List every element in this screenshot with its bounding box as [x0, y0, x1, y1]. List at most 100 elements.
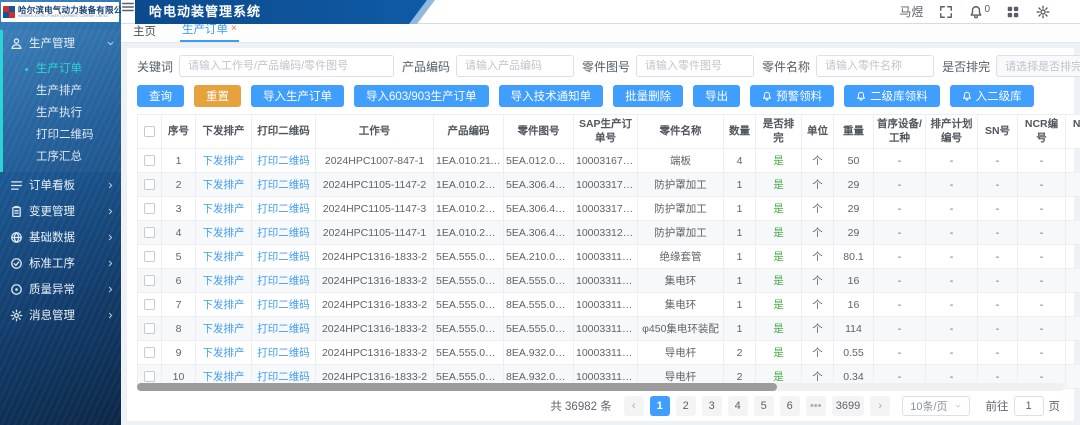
apps-grid-icon[interactable] [1006, 5, 1020, 19]
collapse-sidebar-icon[interactable] [121, 0, 135, 14]
sidebar-item-label: 基础数据 [29, 229, 106, 245]
scrollbar-thumb[interactable] [137, 383, 777, 391]
notification-bell[interactable]: 0 [969, 5, 990, 19]
sidebar-item-订单看板[interactable]: 订单看板 [0, 172, 121, 198]
tab-主页[interactable]: 主页 [131, 23, 158, 42]
cell-ncr-qty: 0 [1066, 317, 1080, 341]
row-checkbox[interactable] [144, 203, 155, 214]
filter-input-关键词[interactable] [179, 55, 394, 77]
print-qrcode-link[interactable]: 打印二维码 [252, 197, 316, 221]
cell-ncr-qty: 0 [1066, 269, 1080, 293]
dispatch-schedule-link[interactable]: 下发排产 [196, 173, 252, 197]
sidebar-item-标准工序[interactable]: 标准工序 [0, 250, 121, 276]
select-all-header [138, 115, 162, 149]
cell-weight: 16 [834, 293, 874, 317]
goto-page-input[interactable] [1014, 396, 1044, 416]
horizontal-scrollbar[interactable] [137, 383, 1064, 391]
page-button-5[interactable]: 5 [754, 396, 774, 416]
预警领料-button[interactable]: 预警领料 [750, 85, 834, 107]
row-checkbox[interactable] [144, 251, 155, 262]
table-row: 5下发排产打印二维码2024HPC1316-1833-25EA.555.0312… [138, 245, 1080, 269]
导出-button[interactable]: 导出 [693, 85, 740, 107]
select-all-checkbox[interactable] [144, 126, 155, 137]
filter-input-零件图号[interactable] [636, 55, 754, 77]
page-button-3699[interactable]: 3699 [832, 396, 864, 416]
table-row: 4下发排产打印二维码2024HPC1105-1147-11EA.010.2091… [138, 221, 1080, 245]
filter-input-产品编码[interactable] [456, 55, 574, 77]
sidebar-item-变更管理[interactable]: 变更管理 [0, 198, 121, 224]
sidebar-subitem-生产排产[interactable]: 生产排产 [3, 80, 121, 102]
check-circle-icon [10, 257, 23, 270]
sidebar-item-基础数据[interactable]: 基础数据 [0, 224, 121, 250]
table-row: 2下发排产打印二维码2024HPC1105-1147-21EA.010.2091… [138, 173, 1080, 197]
page-size-select[interactable]: 10条/页 [902, 396, 969, 416]
row-checkbox[interactable] [144, 155, 155, 166]
page-button-6[interactable]: 6 [780, 396, 800, 416]
查询-button[interactable]: 查询 [137, 85, 184, 107]
print-qrcode-link[interactable]: 打印二维码 [252, 317, 316, 341]
tab-生产订单[interactable]: 生产订单× [180, 21, 239, 42]
fullscreen-icon[interactable] [939, 5, 953, 19]
page-button-1[interactable]: 1 [650, 396, 670, 416]
column-header-SAP生产订单号: SAP生产订单号 [574, 115, 638, 149]
导入生产订单-button[interactable]: 导入生产订单 [251, 85, 344, 107]
sidebar-item-消息管理[interactable]: 消息管理 [0, 302, 121, 328]
sidebar-item-生产管理[interactable]: 生产管理 [3, 30, 121, 56]
print-qrcode-link[interactable]: 打印二维码 [252, 293, 316, 317]
print-qrcode-link[interactable]: 打印二维码 [252, 341, 316, 365]
page-button-4[interactable]: 4 [728, 396, 748, 416]
cell-plan-no: - [926, 173, 978, 197]
sidebar-subitem-生产订单[interactable]: 生产订单 [3, 58, 121, 80]
cell-ncr-qty: 0 [1066, 197, 1080, 221]
cell-sap-order-no: 10003317841 [574, 197, 638, 221]
dispatch-schedule-link[interactable]: 下发排产 [196, 149, 252, 173]
dispatch-schedule-link[interactable]: 下发排产 [196, 197, 252, 221]
more-pages-button[interactable]: ••• [806, 396, 826, 416]
dispatch-schedule-link[interactable]: 下发排产 [196, 293, 252, 317]
page-button-2[interactable]: 2 [676, 396, 696, 416]
sidebar-subitem-打印二维码[interactable]: 打印二维码 [3, 124, 121, 146]
导入603/903生产订单-button[interactable]: 导入603/903生产订单 [354, 85, 489, 107]
dispatch-schedule-link[interactable]: 下发排产 [196, 269, 252, 293]
dispatch-schedule-link[interactable]: 下发排产 [196, 341, 252, 365]
cell-work-no: 2024HPC1316-1833-2 [316, 245, 434, 269]
sidebar-subitem-生产执行[interactable]: 生产执行 [3, 102, 121, 124]
page-button-3[interactable]: 3 [702, 396, 722, 416]
入二级库-button[interactable]: 入二级库 [950, 85, 1034, 107]
row-checkbox[interactable] [144, 347, 155, 358]
print-qrcode-link[interactable]: 打印二维码 [252, 269, 316, 293]
filter-input-零件名称[interactable] [816, 55, 934, 77]
二级库领料-button[interactable]: 二级库领料 [844, 85, 940, 107]
print-qrcode-link[interactable]: 打印二维码 [252, 149, 316, 173]
settings-gear-icon[interactable] [1036, 5, 1050, 19]
dispatch-schedule-link[interactable]: 下发排产 [196, 245, 252, 269]
row-checkbox[interactable] [144, 227, 155, 238]
导入技术通知单-button[interactable]: 导入技术通知单 [499, 85, 604, 107]
row-checkbox[interactable] [144, 275, 155, 286]
cell-seq: 6 [162, 269, 196, 293]
print-qrcode-link[interactable]: 打印二维码 [252, 245, 316, 269]
tab-close-icon[interactable]: × [231, 24, 237, 34]
cell-scheduled-status: 是 [756, 197, 802, 221]
row-checkbox[interactable] [144, 371, 155, 382]
sidebar-group-5: 质量异常 [0, 276, 121, 302]
row-checkbox[interactable] [144, 179, 155, 190]
username[interactable]: 马煜 [899, 3, 923, 20]
row-checkbox[interactable] [144, 299, 155, 310]
filter-产品编码: 产品编码 [402, 55, 574, 77]
tab-bar: 主页 生产订单× [121, 24, 1080, 43]
row-select-cell [138, 269, 162, 293]
filter-select-是否排完[interactable]: 请选择是否排完 [996, 55, 1080, 77]
sidebar-item-质量异常[interactable]: 质量异常 [0, 276, 121, 302]
print-qrcode-link[interactable]: 打印二维码 [252, 173, 316, 197]
重置-button[interactable]: 重置 [194, 85, 241, 107]
sidebar-item-label: 生产管理 [29, 35, 106, 51]
dispatch-schedule-link[interactable]: 下发排产 [196, 317, 252, 341]
dispatch-schedule-link[interactable]: 下发排产 [196, 221, 252, 245]
批量删除-button[interactable]: 批量删除 [613, 85, 683, 107]
row-checkbox[interactable] [144, 323, 155, 334]
sidebar-subitem-工序汇总[interactable]: 工序汇总 [3, 146, 121, 168]
prev-page-button[interactable]: ‹ [624, 396, 644, 416]
next-page-button[interactable]: › [870, 396, 890, 416]
print-qrcode-link[interactable]: 打印二维码 [252, 221, 316, 245]
